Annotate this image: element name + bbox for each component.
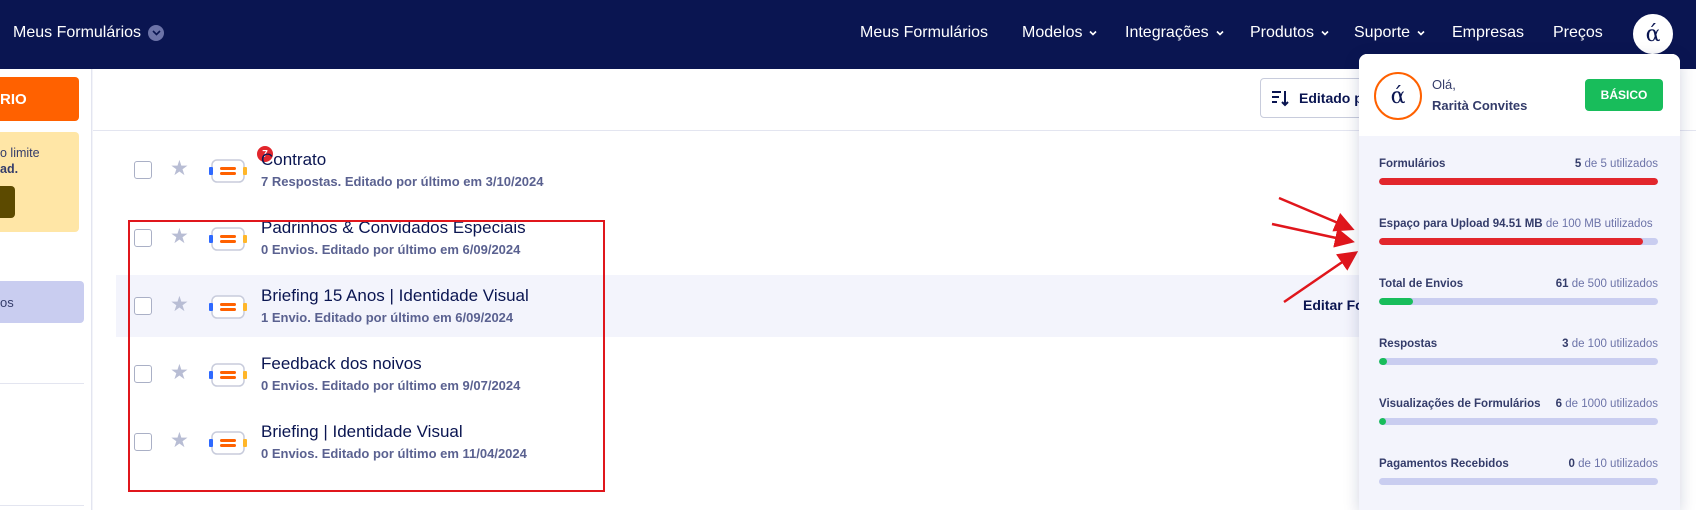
stat-value: 5 de 5 utilizados bbox=[1574, 158, 1658, 170]
chevron-down-icon bbox=[1216, 30, 1224, 36]
nav-enterprise-label: Empresas bbox=[1452, 24, 1525, 41]
usage-bar bbox=[1379, 298, 1658, 305]
nav-support-label: Suporte bbox=[1354, 24, 1411, 41]
stat-value: 6 de 1000 utilizados bbox=[1555, 398, 1658, 410]
stat-label: Total de Envios bbox=[1379, 278, 1464, 290]
nav-integrations[interactable]: Integrações bbox=[1125, 24, 1225, 42]
nav-products-label: Produtos bbox=[1250, 24, 1315, 41]
nav-pricing-label: Preços bbox=[1553, 24, 1603, 41]
annotation-arrows bbox=[1271, 196, 1359, 304]
nav-support[interactable]: Suporte bbox=[1354, 24, 1426, 42]
create-form-button[interactable]: RIO bbox=[0, 77, 79, 121]
form-checkbox[interactable] bbox=[134, 161, 152, 179]
arrow-icon bbox=[1278, 196, 1355, 232]
usage-bar bbox=[1379, 178, 1658, 185]
arrow-icon bbox=[1283, 251, 1359, 304]
star-icon[interactable]: ★ bbox=[170, 156, 189, 181]
usage-bar bbox=[1379, 418, 1658, 425]
stat-label: Espaço para Upload 94.51 MB de 100 MB ut… bbox=[1379, 218, 1653, 230]
plan-label: BÁSICO bbox=[1600, 88, 1648, 102]
nav-integrations-label: Integrações bbox=[1125, 24, 1209, 41]
usage-stat-responses: Respostas 3 de 100 utilizados bbox=[1379, 338, 1658, 378]
account-name: Rarità Convites bbox=[1432, 98, 1528, 113]
brand-label: Meus Formulários bbox=[13, 24, 142, 41]
limit-warning-text-bold: ad. bbox=[0, 162, 19, 176]
create-form-label: RIO bbox=[0, 90, 27, 108]
limit-warning-text: o limite bbox=[0, 146, 40, 160]
usage-bar bbox=[1379, 238, 1658, 245]
plan-badge-button[interactable]: BÁSICO bbox=[1585, 79, 1663, 111]
nav-my-forms[interactable]: Meus Formulários bbox=[860, 24, 988, 42]
upgrade-button[interactable] bbox=[0, 186, 15, 218]
nav-pricing[interactable]: Preços bbox=[1553, 24, 1603, 42]
usage-bar bbox=[1379, 358, 1658, 365]
annotation-highlight-box bbox=[128, 220, 605, 492]
chevron-down-icon bbox=[148, 25, 165, 41]
stat-label: Pagamentos Recebidos bbox=[1379, 458, 1509, 470]
usage-stat-payments: Pagamentos Recebidos 0 de 10 utilizados bbox=[1379, 458, 1658, 498]
arrow-icon bbox=[1271, 222, 1355, 248]
sidebar-divider bbox=[0, 505, 84, 506]
stat-label: Formulários bbox=[1379, 158, 1446, 170]
brand-my-forms[interactable]: Meus Formulários bbox=[13, 24, 165, 42]
avatar-glyph: ά bbox=[1390, 83, 1406, 109]
sidebar-item-my-forms[interactable]: os bbox=[0, 281, 84, 323]
usage-stat-forms: Formulários 5 de 5 utilizados bbox=[1379, 158, 1658, 198]
usage-bar-fill bbox=[1379, 298, 1414, 305]
limit-warning-box: o limite ad. bbox=[0, 132, 79, 232]
left-sidebar: RIO o limite ad. os bbox=[0, 69, 92, 510]
account-header: ά Olá, Rarità Convites BÁSICO bbox=[1359, 54, 1680, 136]
usage-bar-fill bbox=[1379, 178, 1658, 185]
account-dropdown: ά Olá, Rarità Convites BÁSICO Formulário… bbox=[1359, 54, 1680, 510]
sidebar-item-label: os bbox=[0, 294, 14, 310]
usage-stats: Formulários 5 de 5 utilizados Espaço par… bbox=[1359, 136, 1680, 510]
usage-stat-submissions: Total de Envios 61 de 500 utilizados bbox=[1379, 278, 1658, 318]
stat-value: 61 de 500 utilizados bbox=[1555, 278, 1658, 290]
form-icon bbox=[209, 159, 247, 183]
form-meta: 7 Respostas. Editado por último em 3/10/… bbox=[261, 174, 544, 189]
form-title[interactable]: Contrato bbox=[261, 150, 326, 170]
chevron-down-icon bbox=[1321, 30, 1329, 36]
usage-bar bbox=[1379, 478, 1658, 485]
user-avatar-button[interactable]: ά bbox=[1631, 12, 1675, 56]
form-row[interactable]: ★ 7 Contrato 7 Respostas. Editado por úl… bbox=[116, 139, 1366, 201]
usage-stat-form-views: Visualizações de Formulários 6 de 1000 u… bbox=[1379, 398, 1658, 438]
avatar-glyph: ά bbox=[1645, 21, 1661, 47]
stat-value: 3 de 100 utilizados bbox=[1562, 338, 1658, 350]
sidebar-divider bbox=[0, 383, 84, 384]
stat-label: Visualizações de Formulários bbox=[1379, 398, 1541, 410]
stat-value: 0 de 10 utilizados bbox=[1568, 458, 1658, 470]
usage-bar-fill bbox=[1379, 358, 1388, 365]
chevron-down-icon bbox=[1089, 30, 1098, 36]
account-avatar: ά bbox=[1374, 72, 1422, 120]
nav-my-forms-label: Meus Formulários bbox=[860, 24, 989, 41]
nav-templates[interactable]: Modelos bbox=[1022, 24, 1098, 42]
chevron-down-icon bbox=[1417, 30, 1425, 36]
usage-bar-fill bbox=[1379, 418, 1386, 425]
stat-label: Respostas bbox=[1379, 338, 1438, 350]
sort-icon bbox=[1272, 91, 1289, 107]
nav-templates-label: Modelos bbox=[1022, 24, 1083, 41]
greeting: Olá, bbox=[1432, 77, 1456, 92]
usage-bar-fill bbox=[1379, 238, 1643, 245]
nav-enterprise[interactable]: Empresas bbox=[1452, 24, 1524, 42]
nav-products[interactable]: Produtos bbox=[1250, 24, 1330, 42]
usage-stat-upload: Espaço para Upload 94.51 MB de 100 MB ut… bbox=[1379, 218, 1658, 258]
